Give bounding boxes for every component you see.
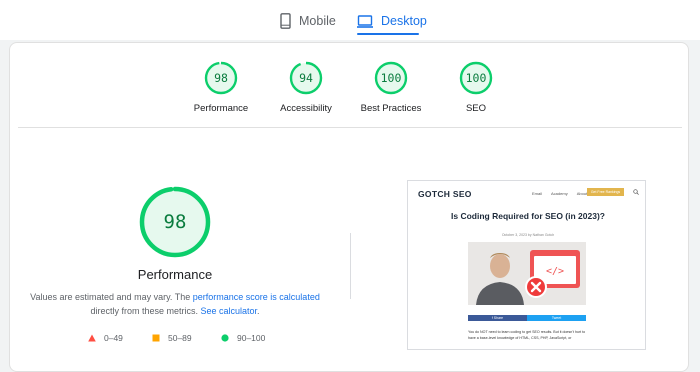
post-meta: October 3, 2023 by Nathan Gotch xyxy=(501,233,555,237)
phone-icon xyxy=(280,13,291,29)
gauge-performance-score: 98 xyxy=(214,71,228,85)
tab-mobile-label: Mobile xyxy=(299,14,336,28)
section-divider xyxy=(18,127,682,128)
svg-text:</>: </> xyxy=(546,266,564,277)
category-summary: 98 Performance 94 Accessibility 100 Best… xyxy=(10,43,690,128)
gauge-best-practices-score: 100 xyxy=(380,71,402,85)
legend-pass: 90–100 xyxy=(221,333,265,343)
desc-text-3: . xyxy=(257,306,260,316)
triangle-icon xyxy=(88,334,96,342)
gauge-best-practices[interactable]: 100 Best Practices xyxy=(351,61,431,114)
monitor-icon xyxy=(357,14,373,28)
square-icon xyxy=(152,334,160,342)
gauge-seo[interactable]: 100 SEO xyxy=(436,61,516,114)
see-calculator-link[interactable]: See calculator xyxy=(200,306,257,316)
site-nav: Email Academy About xyxy=(532,191,587,196)
hero-image: </> xyxy=(468,242,586,305)
gauge-performance[interactable]: 98 Performance xyxy=(181,61,261,114)
post-body: You do NOT need to learn coding to get S… xyxy=(468,330,586,340)
gauge-seo-score: 100 xyxy=(465,71,487,85)
legend-pass-range: 90–100 xyxy=(237,333,266,343)
site-logo: GOTCH SEO xyxy=(418,189,472,199)
gauge-seo-label: SEO xyxy=(465,103,487,114)
performance-score-link[interactable]: performance score is calculated xyxy=(193,292,320,302)
post-title: Is Coding Required for SEO (in 2023)? xyxy=(451,211,605,221)
score-legend: 0–49 50–89 90–100 xyxy=(88,333,288,345)
performance-title: Performance xyxy=(137,267,213,282)
share-twitter: Tweet xyxy=(527,315,586,321)
circle-icon xyxy=(221,334,229,342)
report-card: 98 Performance 94 Accessibility 100 Best… xyxy=(9,42,689,372)
site-cta-button: Get Free Rankings xyxy=(587,188,624,196)
site-search-icon xyxy=(633,189,639,195)
legend-average-range: 50–89 xyxy=(168,333,192,343)
legend-fail: 0–49 xyxy=(88,333,123,343)
active-tab-indicator xyxy=(357,33,419,35)
tab-mobile[interactable]: Mobile xyxy=(280,8,336,34)
site-nav-item: Academy xyxy=(551,191,568,196)
gauge-accessibility-label: Accessibility xyxy=(280,103,332,114)
gauge-best-practices-label: Best Practices xyxy=(360,103,422,114)
performance-description: Values are estimated and may vary. The p… xyxy=(20,290,330,318)
tab-desktop-label: Desktop xyxy=(381,14,427,28)
share-facebook: f Share xyxy=(468,315,527,321)
site-nav-item: About xyxy=(576,191,588,196)
desc-text-2: directly from these metrics. xyxy=(90,306,201,316)
site-nav-item: Email xyxy=(532,191,543,196)
legend-fail-range: 0–49 xyxy=(104,333,123,343)
legend-average: 50–89 xyxy=(152,333,192,343)
tab-desktop[interactable]: Desktop xyxy=(357,8,427,34)
page-screenshot: GOTCH SEO Email Academy About Get Free R… xyxy=(407,180,646,350)
gauge-performance-label: Performance xyxy=(193,103,249,114)
gauge-accessibility-score: 94 xyxy=(299,71,313,85)
device-tabs: Mobile Desktop xyxy=(0,0,700,40)
vertical-separator xyxy=(350,233,351,299)
performance-score: 98 xyxy=(163,211,187,233)
desc-text-1: Values are estimated and may vary. The xyxy=(30,292,193,302)
gauge-accessibility[interactable]: 94 Accessibility xyxy=(266,61,346,114)
